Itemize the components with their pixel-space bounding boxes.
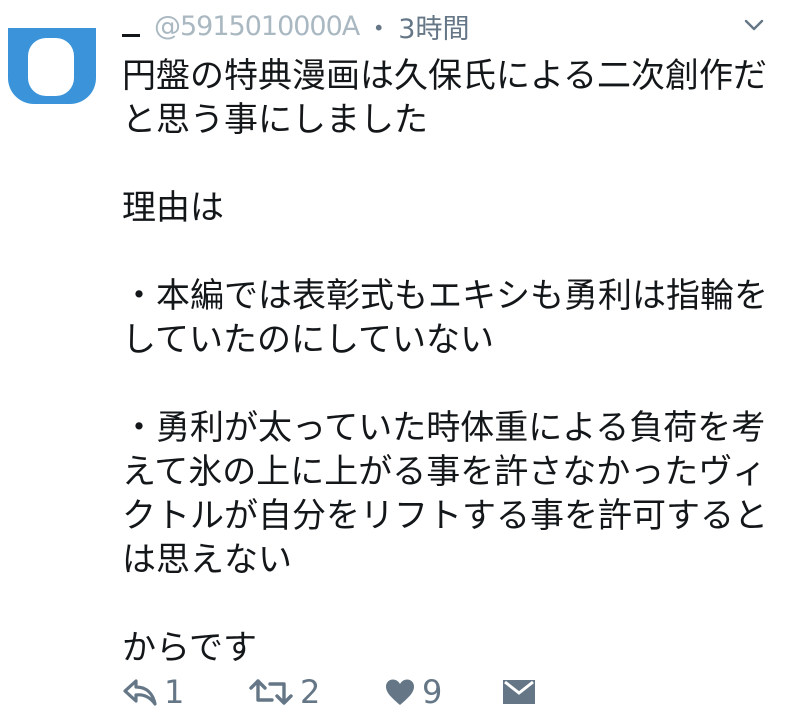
tweet-timestamp[interactable]: 3時間 bbox=[398, 7, 469, 46]
retweet-button[interactable]: 2 bbox=[248, 673, 384, 711]
tweet-line: と思う事にしました bbox=[122, 100, 428, 140]
tweet-line: ・勇利が太っていた時体重による負荷を考 bbox=[122, 408, 766, 448]
header-separator: ・ bbox=[365, 13, 393, 45]
envelope-icon bbox=[503, 680, 535, 704]
user-handle[interactable]: @5915010000A bbox=[154, 11, 360, 42]
tweet-line: 理由は bbox=[122, 188, 224, 228]
retweet-icon bbox=[249, 679, 293, 705]
direct-message-button[interactable] bbox=[502, 679, 536, 705]
tweet-line: は思えない bbox=[122, 540, 292, 580]
heart-icon bbox=[386, 679, 414, 705]
tweet-actions: 1 2 9 bbox=[122, 670, 536, 714]
avatar-top-crop bbox=[0, 0, 104, 28]
reply-count: 1 bbox=[164, 673, 185, 711]
tweet-line: からです bbox=[122, 628, 257, 668]
tweet-text: 円盤の特典漫画は久保氏による二次創作だ と思う事にしました 理由は ・本編では表… bbox=[122, 54, 772, 670]
avatar[interactable] bbox=[0, 0, 104, 108]
reply-button[interactable]: 1 bbox=[122, 673, 248, 711]
tweet-line: えて氷の上に上がる事を許さなかったヴィ bbox=[122, 452, 767, 492]
like-button[interactable]: 9 bbox=[384, 673, 502, 711]
tweet-line: ・本編では表彰式もエキシも勇利は指輪を bbox=[122, 276, 768, 316]
tweet-header: @5915010000A ・ 3時間 bbox=[122, 6, 772, 46]
like-count: 9 bbox=[422, 673, 443, 711]
retweet-count: 2 bbox=[300, 673, 321, 711]
tweet-line: クトルが自分をリフトする事を許可すると bbox=[122, 496, 768, 536]
tweet-line: していたのにしていない bbox=[122, 320, 494, 360]
avatar-cutout bbox=[28, 38, 74, 96]
reply-icon bbox=[123, 679, 157, 706]
display-name[interactable] bbox=[122, 33, 140, 37]
tweet-line: 円盤の特典漫画は久保氏による二次創作だ bbox=[122, 56, 767, 96]
chevron-down-icon[interactable] bbox=[743, 14, 765, 36]
